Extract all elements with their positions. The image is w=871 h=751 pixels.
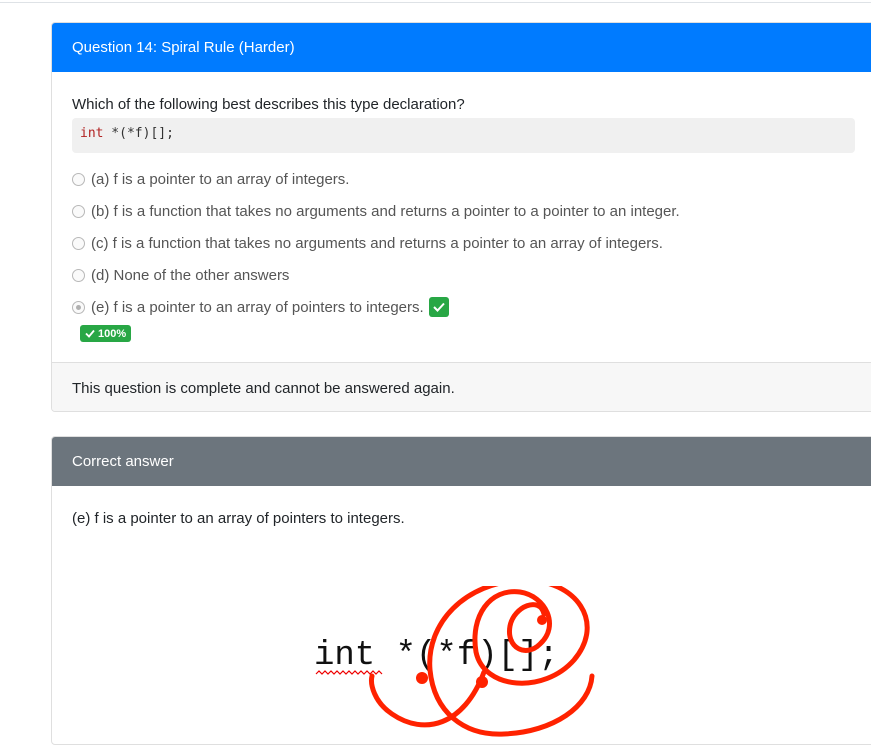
question-footer: This question is complete and cannot be … (52, 362, 871, 411)
question-prompt: Which of the following best describes th… (72, 96, 465, 113)
score-value: 100% (98, 327, 127, 340)
answer-card: Correct answer (e) f is a pointer to an … (51, 436, 871, 745)
radio-icon[interactable] (72, 172, 85, 186)
figure-code: int *(*f)[]; (314, 637, 559, 675)
radio-icon[interactable] (72, 236, 85, 250)
option-label: (c) f is a function that takes no argume… (91, 234, 663, 252)
spiral-dot-2 (476, 676, 488, 688)
option-a[interactable]: (a) f is a pointer to an array of intege… (72, 163, 870, 195)
option-label: (a) f is a pointer to an array of intege… (91, 170, 350, 188)
question-header: Question 14: Spiral Rule (Harder) (52, 23, 871, 72)
option-label: (e) f is a pointer to an array of pointe… (91, 298, 424, 316)
option-d[interactable]: (d) None of the other answers (72, 259, 870, 291)
spiral-rule-figure: int *(*f)[]; (314, 586, 595, 737)
completion-message: This question is complete and cannot be … (72, 379, 455, 397)
answer-header-title: Correct answer (72, 453, 174, 470)
spiral-tail (369, 669, 487, 728)
code-declaration: int *(*f)[]; (72, 118, 855, 153)
answer-options: (a) f is a pointer to an array of intege… (72, 163, 870, 323)
question-body: Which of the following best describes th… (52, 72, 871, 343)
option-e[interactable]: (e) f is a pointer to an array of pointe… (72, 291, 870, 323)
option-label: (b) f is a function that takes no argume… (91, 202, 680, 220)
spiral-dot-3 (537, 615, 547, 625)
answer-header: Correct answer (52, 437, 871, 486)
radio-selected-icon[interactable] (72, 300, 85, 314)
answer-body: (e) f is a pointer to an array of pointe… (52, 486, 871, 737)
code-rest: *(*f)[]; (103, 126, 174, 141)
correct-check-icon (428, 297, 449, 317)
radio-icon[interactable] (72, 204, 85, 218)
option-c[interactable]: (c) f is a function that takes no argume… (72, 227, 870, 259)
spiral-dot-1 (416, 672, 428, 684)
question-title: Question 14: Spiral Rule (Harder) (72, 39, 295, 56)
answer-text: (e) f is a pointer to an array of pointe… (72, 510, 405, 527)
option-b[interactable]: (b) f is a function that takes no argume… (72, 195, 870, 227)
check-icon (85, 329, 95, 338)
code-keyword: int (80, 126, 104, 141)
option-label: (d) None of the other answers (91, 266, 290, 284)
radio-icon[interactable] (72, 268, 85, 282)
score-badge: 100% (80, 325, 132, 342)
question-card: Question 14: Spiral Rule (Harder) Which … (51, 22, 871, 412)
top-divider (0, 2, 871, 3)
